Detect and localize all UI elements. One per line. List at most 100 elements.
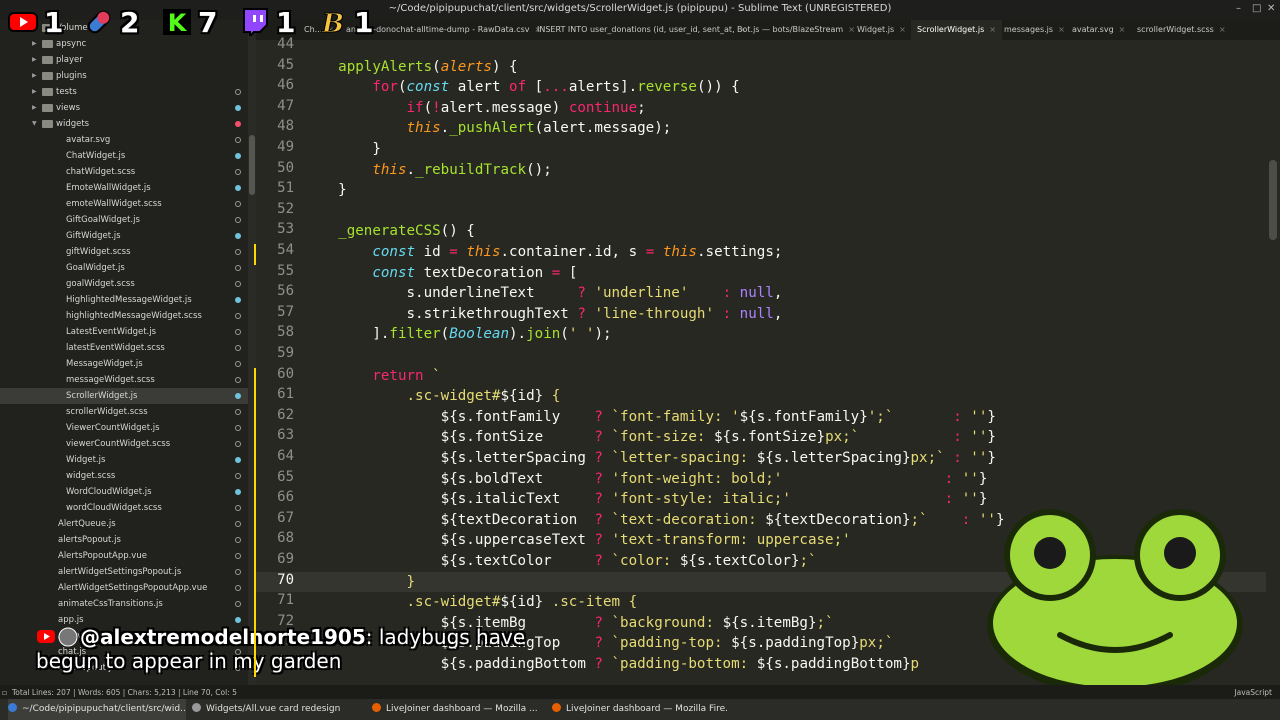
sidebar-folder[interactable]: ▶ tests xyxy=(0,84,248,100)
taskbar-window[interactable]: LiveJoiner dashboard — Mozilla Fire... xyxy=(552,699,728,720)
sidebar-file[interactable]: highlightedMessageWidget.scss xyxy=(0,308,248,324)
sidebar-folder[interactable]: ▶ player xyxy=(0,52,248,68)
sidebar-folder[interactable]: ▼ widgets xyxy=(0,116,248,132)
sidebar-file[interactable]: latestEventWidget.scss xyxy=(0,340,248,356)
code-line[interactable]: if(!alert.message) continue; xyxy=(304,98,646,118)
code-line[interactable]: ${s.letterSpacing ? `letter-spacing: ${s… xyxy=(304,448,996,468)
sidebar-file[interactable]: chatWidget.scss xyxy=(0,164,248,180)
code-line[interactable]: ].filter(Boolean).join(' '); xyxy=(304,324,611,344)
sidebar-file[interactable]: AlertWidgetSettingsPopoutApp.vue xyxy=(0,580,248,596)
counter-value: 1 xyxy=(354,6,374,39)
tab-close-icon[interactable]: × xyxy=(989,25,996,34)
code-line[interactable]: s.strikethroughText ? 'line-through' : n… xyxy=(304,304,782,324)
line-number: 62 xyxy=(277,406,294,423)
minimize-icon[interactable]: – xyxy=(1236,3,1241,14)
sidebar-file[interactable]: EmoteWallWidget.js xyxy=(0,180,248,196)
tab-close-icon[interactable]: × xyxy=(1058,25,1065,34)
code-line[interactable]: const textDecoration = [ xyxy=(304,263,577,283)
sidebar-file[interactable]: alertsPopout.js xyxy=(0,532,248,548)
editor-tab[interactable]: avatar.svg × xyxy=(1066,20,1131,40)
syntax-mode[interactable]: JavaScript xyxy=(1234,688,1272,697)
sidebar-file[interactable]: GiftWidget.js xyxy=(0,228,248,244)
code-line[interactable]: for(const alert of [...alerts].reverse()… xyxy=(304,77,739,97)
sidebar-file[interactable]: ScrollerWidget.js xyxy=(0,388,248,404)
close-icon[interactable]: ✕ xyxy=(1267,3,1275,14)
code-line[interactable]: this._pushAlert(alert.message); xyxy=(304,118,672,138)
sidebar-file[interactable]: WordCloudWidget.js xyxy=(0,484,248,500)
code-line[interactable]: _generateCSS() { xyxy=(304,221,475,241)
file-status-icon xyxy=(235,617,241,623)
code-line[interactable]: .sc-widget#${id} { xyxy=(304,386,561,406)
sidebar-file[interactable]: wordCloudWidget.scss xyxy=(0,500,248,516)
sidebar-file[interactable]: goalWidget.scss xyxy=(0,276,248,292)
sidebar-file[interactable]: viewerCountWidget.scss xyxy=(0,436,248,452)
code-line[interactable]: const id = this.container.id, s = this.s… xyxy=(304,242,782,262)
taskbar-window[interactable]: LiveJoiner dashboard — Mozilla ... xyxy=(372,699,548,720)
editor-scrollbar-thumb[interactable] xyxy=(1269,160,1277,240)
sidebar-file[interactable]: giftWidget.scss xyxy=(0,244,248,260)
code-line[interactable]: s.underlineText ? 'underline' : null, xyxy=(304,283,782,303)
sidebar-file[interactable]: Widget.js xyxy=(0,452,248,468)
sidebar-file[interactable]: animateCssTransitions.js xyxy=(0,596,248,612)
chevron-down-icon[interactable]: ▼ xyxy=(32,116,37,132)
tab-close-icon[interactable]: × xyxy=(1219,25,1226,34)
code-line[interactable]: applyAlerts(alerts) { xyxy=(304,57,517,77)
editor-tab[interactable]: INSERT INTO user_donations (id, user_id,… xyxy=(531,20,752,40)
sidebar-folder[interactable]: ▶ plugins xyxy=(0,68,248,84)
maximize-icon[interactable]: □ xyxy=(1252,3,1261,14)
sidebar-file[interactable]: alertWidgetSettingsPopout.js xyxy=(0,564,248,580)
chevron-right-icon[interactable]: ▶ xyxy=(32,100,37,116)
code-line[interactable]: ${s.fontFamily ? `font-family: '${s.font… xyxy=(304,407,996,427)
sidebar-item-label: MessageWidget.js xyxy=(66,359,143,369)
file-status-icon xyxy=(235,121,241,127)
code-line[interactable]: this._rebuildTrack(); xyxy=(304,160,551,180)
chevron-right-icon[interactable]: ▶ xyxy=(32,52,37,68)
editor-tab[interactable]: ScrollerWidget.js × xyxy=(911,20,1002,40)
code-line[interactable]: ${s.textColor ? `color: ${s.textColor};` xyxy=(304,551,817,571)
sidebar-file[interactable]: AlertsPopoutApp.vue xyxy=(0,548,248,564)
code-line[interactable]: return ` xyxy=(304,366,440,386)
tab-close-icon[interactable]: × xyxy=(899,25,906,34)
editor-tab[interactable]: Widget.js × xyxy=(851,20,912,40)
editor-tab[interactable]: Bot.js — bots/BlazeStream × xyxy=(731,20,861,40)
app-icon xyxy=(192,703,201,712)
code-line[interactable]: ${s.fontSize ? `font-size: ${s.fontSize}… xyxy=(304,427,996,447)
code-line[interactable]: } xyxy=(304,180,347,200)
sidebar-item-label: emoteWallWidget.scss xyxy=(66,199,162,209)
sidebar-file[interactable]: HighlightedMessageWidget.js xyxy=(0,292,248,308)
code-line[interactable]: ${s.italicText ? 'font-style: italic;' :… xyxy=(304,489,988,509)
tab-close-icon[interactable]: × xyxy=(1119,25,1126,34)
sidebar-file[interactable]: AlertQueue.js xyxy=(0,516,248,532)
chevron-right-icon[interactable]: ▶ xyxy=(32,84,37,100)
code-line[interactable]: } xyxy=(304,139,381,159)
chevron-right-icon[interactable]: ▶ xyxy=(32,68,37,84)
code-line[interactable]: } xyxy=(304,572,416,592)
sidebar-file[interactable]: ChatWidget.js xyxy=(0,148,248,164)
code-line[interactable]: ${s.uppercaseText ? 'text-transform: upp… xyxy=(304,530,851,550)
sidebar-file[interactable]: emoteWallWidget.scss xyxy=(0,196,248,212)
editor-tab[interactable]: scrollerWidget.scss × xyxy=(1131,20,1232,40)
sidebar-file[interactable]: LatestEventWidget.js xyxy=(0,324,248,340)
code-line[interactable]: .sc-widget#${id} .sc-item { xyxy=(304,592,638,612)
sidebar-file[interactable]: GoalWidget.js xyxy=(0,260,248,276)
sidebar-file[interactable]: GiftGoalWidget.js xyxy=(0,212,248,228)
taskbar-window[interactable]: ~/Code/pipipupuchat/client/src/wid... xyxy=(8,699,186,720)
sidebar-file[interactable]: scrollerWidget.scss xyxy=(0,404,248,420)
taskbar-window[interactable]: Widgets/All.vue card redesign xyxy=(192,699,368,720)
tab-label: INSERT INTO user_donations (id, user_id,… xyxy=(537,25,735,34)
sidebar-scrollbar-thumb[interactable] xyxy=(249,135,255,195)
sidebar-item-label: giftWidget.scss xyxy=(66,247,131,257)
sidebar-file[interactable]: widget.scss xyxy=(0,468,248,484)
sidebar-file[interactable]: avatar.svg xyxy=(0,132,248,148)
sidebar-item-label: views xyxy=(56,103,81,113)
sidebar-file[interactable]: messageWidget.scss xyxy=(0,372,248,388)
line-number: 60 xyxy=(277,365,294,382)
sidebar-folder[interactable]: ▶ views xyxy=(0,100,248,116)
code-line[interactable]: ${s.boldText ? 'font-weight: bold;' : ''… xyxy=(304,469,988,489)
code-line[interactable]: ${textDecoration ? `text-decoration: ${t… xyxy=(304,510,1005,530)
sidebar-file[interactable]: ViewerCountWidget.js xyxy=(0,420,248,436)
editor-tab[interactable]: messages.js × xyxy=(998,20,1071,40)
editor-scrollbar[interactable] xyxy=(1266,40,1280,685)
sidebar-item-label: tests xyxy=(56,87,77,97)
sidebar-file[interactable]: MessageWidget.js xyxy=(0,356,248,372)
